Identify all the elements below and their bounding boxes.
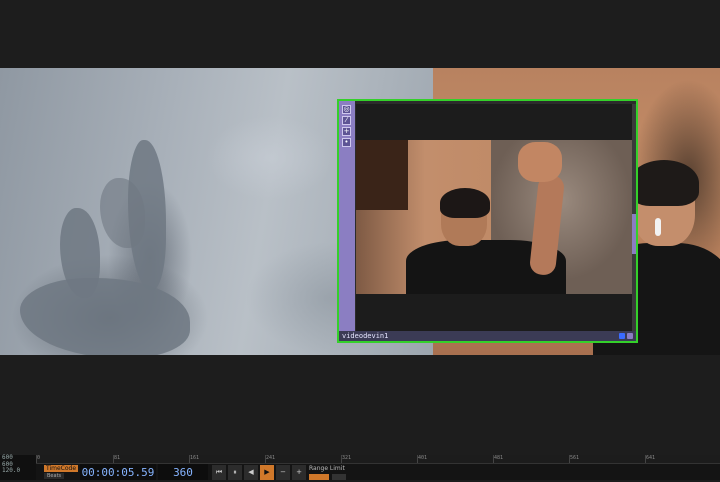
ruler-tick: 81 [112, 455, 121, 463]
ruler-tick: 161 [188, 455, 200, 463]
transport-controls: TimeCode Beats 00:00:05.59 360 ⏮ ⏸ ◀ ▶ −… [36, 464, 720, 480]
node-footer: videodevin1 [339, 331, 636, 341]
timeline-side-values: 600 600 120.0 [0, 454, 36, 480]
ruler-tick: 401 [416, 455, 428, 463]
minus-button[interactable]: − [276, 465, 290, 480]
frame-field[interactable]: 360 [158, 464, 208, 480]
side-value: 120.0 [2, 467, 21, 474]
plus-icon[interactable]: + [342, 127, 351, 136]
display-flag-icon[interactable] [619, 333, 625, 339]
rewind-button[interactable]: ⏮ [212, 465, 226, 480]
range-limit-off-toggle[interactable] [332, 474, 346, 480]
step-back-button[interactable]: ◀ [244, 465, 258, 480]
pause-button[interactable]: ⏸ [228, 465, 242, 480]
timecode-display[interactable]: 00:00:05.59 [80, 464, 156, 480]
network-viewport[interactable]: ◎ ⁄ + • videodevin1 [0, 0, 720, 455]
range-limit-label: Range Limit [309, 465, 345, 472]
ruler-tick: 641 [644, 455, 656, 463]
ruler-tick: 321 [340, 455, 352, 463]
pin-icon[interactable]: • [342, 138, 351, 147]
timeline-ruler[interactable]: 0 81 161 241 321 401 481 561 641 [35, 455, 720, 464]
node-preview [356, 104, 632, 331]
timeline-bar: 600 600 120.0 0 81 161 241 321 401 481 5… [0, 454, 720, 480]
ruler-tick: 481 [492, 455, 504, 463]
viewer-icon[interactable]: ◎ [342, 105, 351, 114]
node-scrollbar[interactable] [632, 104, 636, 331]
timecode-mode-button[interactable]: TimeCode [44, 465, 79, 472]
node-preview-image [356, 140, 632, 294]
node-sidebar: ◎ ⁄ + • [339, 101, 355, 331]
ruler-tick: 0 [35, 455, 41, 463]
range-limit-on-toggle[interactable] [309, 474, 329, 480]
earbud [655, 218, 661, 236]
beats-mode-button[interactable]: Beats [44, 473, 65, 479]
node-name-label[interactable]: videodevin1 [342, 331, 388, 341]
plus-button[interactable]: + [292, 465, 306, 480]
viewer-flag-icon[interactable] [627, 333, 633, 339]
wand-icon[interactable]: ⁄ [342, 116, 351, 125]
video-device-in-node[interactable]: ◎ ⁄ + • videodevin1 [337, 99, 638, 343]
ruler-tick: 561 [568, 455, 580, 463]
play-button[interactable]: ▶ [260, 465, 274, 480]
ruler-tick: 241 [264, 455, 276, 463]
